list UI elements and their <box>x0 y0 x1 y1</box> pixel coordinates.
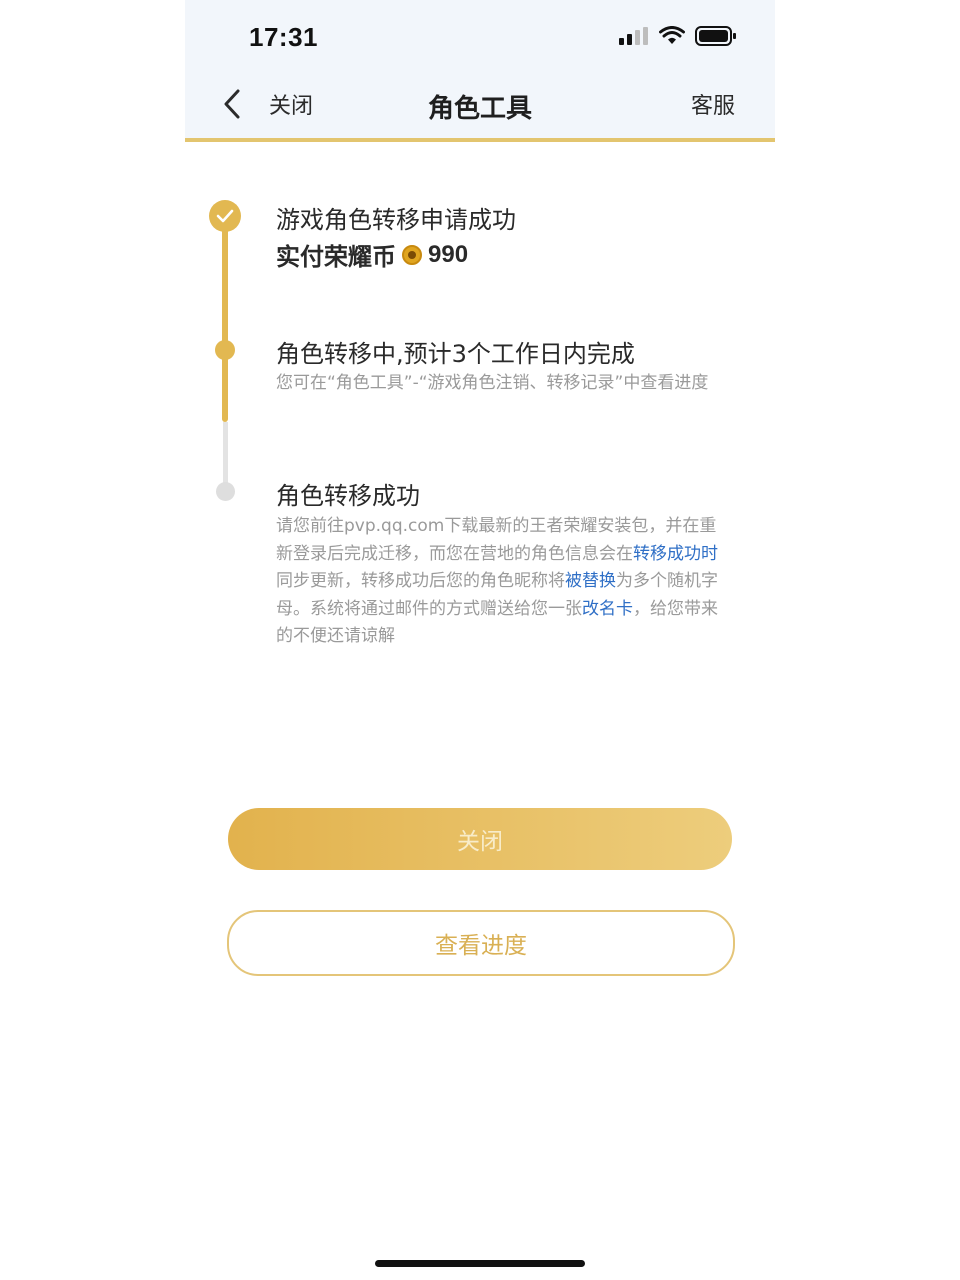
status-icons <box>619 26 737 46</box>
highlight-replaced: 被替换 <box>565 571 616 591</box>
status-time: 17:31 <box>249 22 318 52</box>
battery-icon <box>695 26 736 46</box>
close-button[interactable]: 关闭 <box>228 808 732 870</box>
step2-description: 您可在“角色工具”-“游戏角色注销、转移记录”中查看进度 <box>276 373 709 393</box>
step2-title: 角色转移中,预计3个工作日内完成 <box>276 340 635 368</box>
step-dot-pending <box>216 482 235 501</box>
header: 17:31 关闭 角色工具 客服 <box>185 0 775 142</box>
check-icon <box>209 200 241 232</box>
paid-amount-row: 实付荣耀币 990 <box>276 237 468 272</box>
step3-description: 请您前往pvp.qq.com下载最新的王者荣耀安装包，并在重新登录后完成迁移，而… <box>276 513 726 651</box>
paid-amount: 990 <box>428 240 469 268</box>
progress-track-done <box>222 214 228 422</box>
highlight-transfer-success: 转移成功时 <box>633 543 718 564</box>
wifi-icon <box>659 26 685 44</box>
phone-screen: 17:31 关闭 角色工具 客服 游戏角色转移申请成功 实付荣耀币 990 角色… <box>185 0 775 1280</box>
home-indicator[interactable] <box>375 1260 585 1267</box>
honor-coin-icon <box>402 244 422 265</box>
page-title: 角色工具 <box>427 94 532 124</box>
step-dot-current <box>215 340 235 360</box>
customer-service-link[interactable]: 客服 <box>691 88 735 120</box>
step3-title: 角色转移成功 <box>276 482 420 510</box>
step1-title: 游戏角色转移申请成功 <box>276 206 516 234</box>
highlight-rename-card: 改名卡 <box>582 598 633 619</box>
paid-label: 实付荣耀币 <box>276 243 396 271</box>
view-progress-button[interactable]: 查看进度 <box>227 910 735 976</box>
cellular-signal-icon <box>619 27 648 45</box>
step3-desc-text: 同步更新，转移成功后您的角色昵称将 <box>276 571 565 591</box>
